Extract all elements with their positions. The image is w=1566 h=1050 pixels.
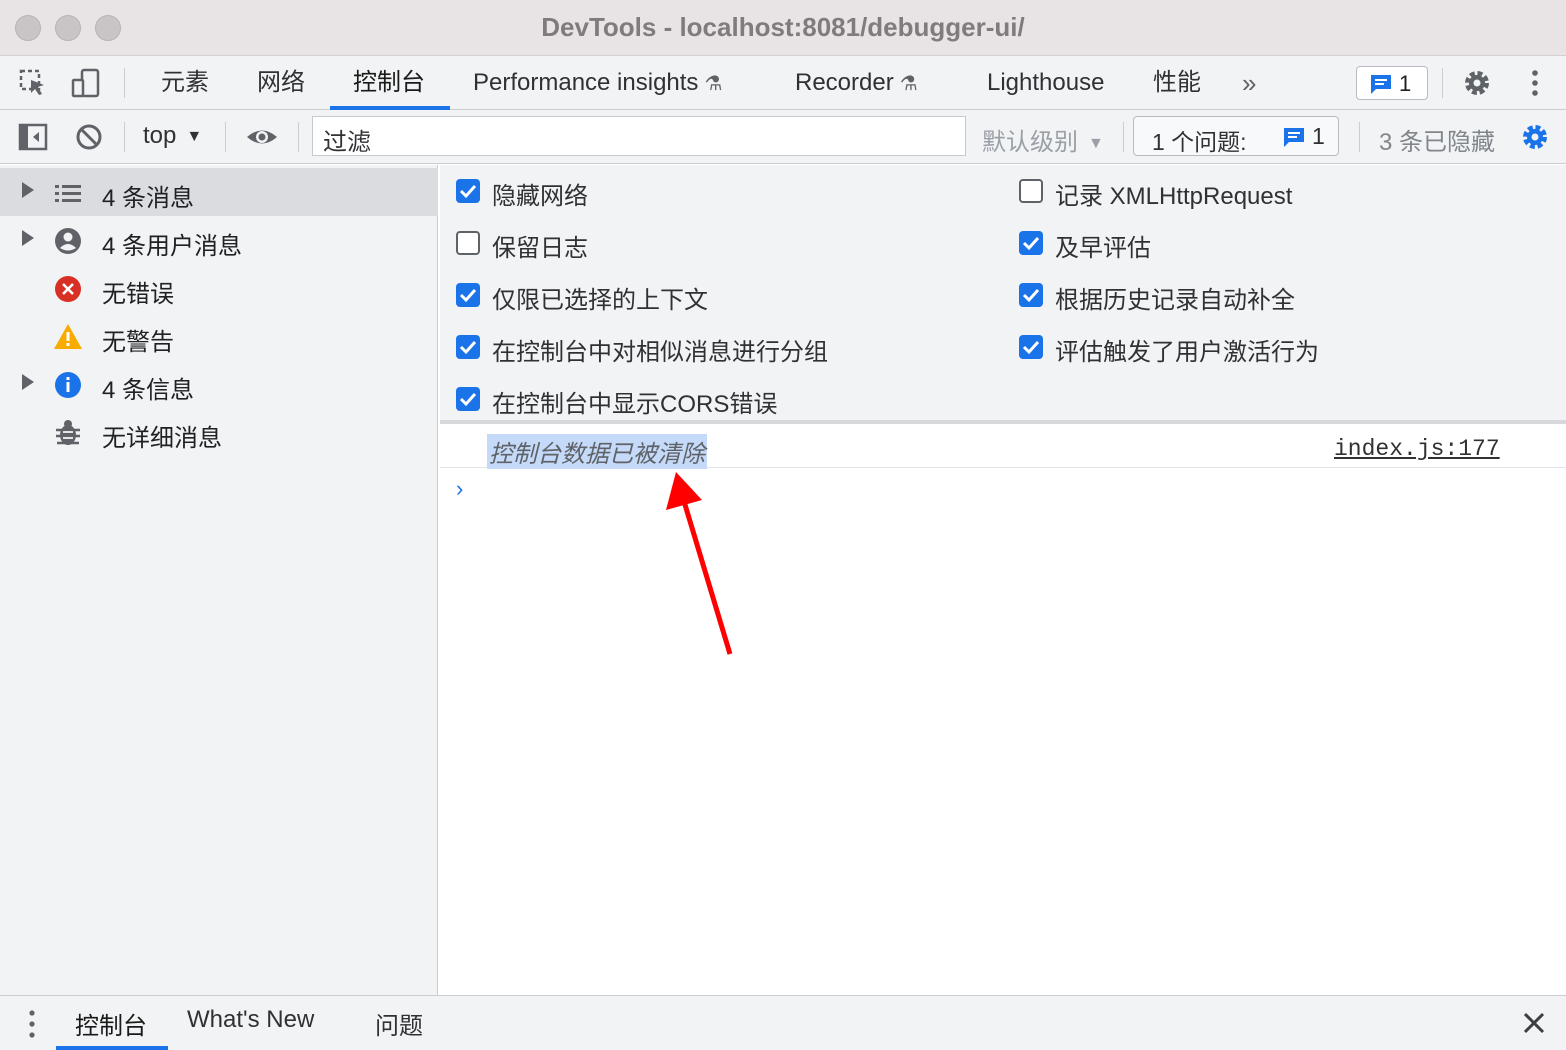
toolbar-divider <box>124 68 125 98</box>
flask-icon: ⚗ <box>899 73 918 95</box>
sidebar-toggle-icon[interactable] <box>18 122 48 152</box>
sidebar-item-verbose[interactable]: 无详细消息 <box>0 408 438 456</box>
toolbar-divider <box>1123 122 1124 152</box>
tab-performance-insights[interactable]: Performance insights ⚗ <box>473 56 722 110</box>
sidebar-item-user-messages[interactable]: 4 条用户消息 <box>0 216 438 264</box>
tab-console[interactable]: 控制台 <box>353 56 425 110</box>
option-label: 评估触发了用户激活行为 <box>1055 339 1319 366</box>
info-icon <box>55 372 81 398</box>
drawer-tab-whats-new[interactable]: What's New <box>187 1006 314 1034</box>
sidebar-item-label: 4 条用户消息 <box>102 233 243 260</box>
device-toolbar-icon[interactable] <box>70 68 100 98</box>
bug-icon <box>56 420 80 445</box>
dropdown-arrow-icon: ▼ <box>1088 135 1104 152</box>
user-icon <box>55 228 81 254</box>
checkbox-checked[interactable] <box>456 283 480 307</box>
drawer-active-tab-indicator <box>56 1046 168 1050</box>
expand-arrow-icon[interactable] <box>22 182 34 198</box>
tab-elements[interactable]: 元素 <box>161 56 209 110</box>
checkbox-checked[interactable] <box>456 179 480 203</box>
sidebar-item-label: 无警告 <box>102 329 174 356</box>
error-icon <box>55 276 81 302</box>
more-tabs-button[interactable]: » <box>1242 56 1256 110</box>
hidden-messages-count: 3 条已隐藏 <box>1379 129 1496 156</box>
checkbox-checked[interactable] <box>456 335 480 359</box>
eye-icon[interactable] <box>246 122 277 152</box>
dropdown-arrow-icon: ▼ <box>186 128 203 145</box>
console-output[interactable]: 控制台数据已被清除 index.js:177 › <box>440 428 1566 994</box>
option-label: 保留日志 <box>492 235 588 262</box>
toolbar-divider <box>298 122 299 152</box>
filter-input[interactable]: 过滤 <box>312 116 966 156</box>
sidebar-item-info[interactable]: 4 条信息 <box>0 360 438 408</box>
checkbox-unchecked[interactable] <box>1019 179 1043 203</box>
sidebar-item-label: 无错误 <box>102 281 174 308</box>
console-settings-pane: 隐藏网络 保留日志 仅限已选择的上下文 在控制台中对相似消息进行分组 在控制台中… <box>440 165 1566 424</box>
tab-performance-insights-label: Performance insights <box>473 69 699 96</box>
message-icon <box>1371 75 1391 94</box>
expand-arrow-icon[interactable] <box>22 230 34 246</box>
checkbox-checked[interactable] <box>1019 283 1043 307</box>
toolbar-divider <box>1359 122 1360 152</box>
list-icon <box>55 185 81 202</box>
issues-counter-label: 1 个问题: <box>1152 129 1247 155</box>
console-settings-gear-icon[interactable] <box>1520 122 1550 152</box>
kebab-menu-icon[interactable] <box>1520 68 1550 98</box>
toolbar-divider <box>225 122 226 152</box>
option-label: 在控制台中对相似消息进行分组 <box>492 339 828 366</box>
red-arrow-annotation <box>666 472 733 655</box>
sidebar-item-messages[interactable]: 4 条消息 <box>0 168 438 216</box>
log-levels-label: 默认级别 <box>982 129 1078 156</box>
title-bar: DevTools - localhost:8081/debugger-ui/ <box>0 0 1566 56</box>
clear-console-icon[interactable] <box>74 122 104 152</box>
issues-badge-count: 1 <box>1399 71 1412 96</box>
tab-performance[interactable]: 性能 <box>1153 56 1201 110</box>
option-label: 记录 XMLHttpRequest <box>1055 183 1293 210</box>
sidebar-item-warnings[interactable]: 无警告 <box>0 312 438 360</box>
option-label: 在控制台中显示CORS错误 <box>492 391 778 418</box>
context-value: top <box>143 122 177 149</box>
console-sidebar: 4 条消息 4 条用户消息 无错误 无警告 4 条信息 无详细消息 <box>0 165 438 995</box>
tab-recorder[interactable]: Recorder ⚗ <box>795 56 918 110</box>
drawer-tab-issues[interactable]: 问题 <box>375 1006 423 1041</box>
inspect-element-icon[interactable] <box>18 68 48 98</box>
gear-icon[interactable] <box>1462 68 1492 98</box>
checkbox-checked[interactable] <box>1019 231 1043 255</box>
window-title: DevTools - localhost:8081/debugger-ui/ <box>541 12 1025 42</box>
checkbox-unchecked[interactable] <box>456 231 480 255</box>
bottom-drawer: 控制台 What's New 问题 <box>0 995 1566 1050</box>
warning-icon <box>54 324 82 349</box>
log-levels-dropdown[interactable]: 默认级别 ▼ <box>982 122 1104 157</box>
toolbar-divider <box>1442 68 1443 98</box>
message-icon <box>1284 128 1304 147</box>
drawer-tab-console[interactable]: 控制台 <box>75 1006 147 1041</box>
option-label: 及早评估 <box>1055 235 1151 262</box>
context-selector[interactable]: top ▼ <box>143 122 202 150</box>
drawer-menu-icon[interactable] <box>24 1008 40 1040</box>
issues-counter-count: 1 <box>1312 123 1325 149</box>
checkbox-checked[interactable] <box>1019 335 1043 359</box>
issues-badge-button[interactable]: 1 <box>1356 66 1428 100</box>
main-tab-bar: 元素 网络 控制台 Performance insights ⚗ Recorder… <box>0 56 1566 110</box>
close-icon[interactable] <box>1520 1009 1548 1037</box>
tab-recorder-label: Recorder <box>795 69 894 96</box>
devtools-window: DevTools - localhost:8081/debugger-ui/ 元… <box>0 0 1566 1050</box>
tab-lighthouse[interactable]: Lighthouse <box>987 56 1104 110</box>
toolbar-divider <box>124 122 125 152</box>
sidebar-item-label: 4 条消息 <box>102 185 195 212</box>
checkbox-checked[interactable] <box>456 387 480 411</box>
console-toolbar: top ▼ 过滤 默认级别 ▼ 1 个问题: 1 3 条已隐藏 <box>0 110 1566 164</box>
expand-arrow-icon[interactable] <box>22 374 34 390</box>
option-label: 根据历史记录自动补全 <box>1055 287 1295 314</box>
flask-icon: ⚗ <box>704 73 723 95</box>
tab-network[interactable]: 网络 <box>257 56 305 110</box>
option-label: 仅限已选择的上下文 <box>492 287 708 314</box>
sidebar-item-label: 无详细消息 <box>102 425 222 452</box>
issues-counter-button[interactable]: 1 个问题: 1 <box>1133 116 1339 156</box>
sidebar-item-label: 4 条信息 <box>102 377 195 404</box>
sidebar-item-errors[interactable]: 无错误 <box>0 264 438 312</box>
option-label: 隐藏网络 <box>492 183 588 210</box>
